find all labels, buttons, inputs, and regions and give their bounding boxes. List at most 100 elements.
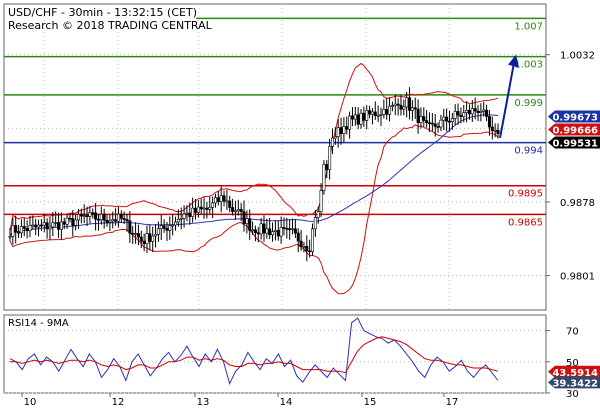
- candle-body: [282, 227, 286, 229]
- level-label-2: 0.999: [514, 98, 543, 109]
- candle-body: [288, 228, 292, 230]
- candle-body: [493, 129, 497, 132]
- candle-body: [105, 219, 109, 223]
- candle-body: [191, 207, 195, 217]
- candle-body: [382, 109, 386, 115]
- candle-body: [17, 231, 21, 234]
- candle-body: [25, 228, 29, 231]
- candle-body: [482, 109, 486, 112]
- candle-body: [408, 97, 412, 111]
- candle-body: [456, 111, 460, 116]
- candle-body: [362, 112, 366, 121]
- candle-body: [134, 233, 138, 235]
- candle-body: [276, 230, 280, 237]
- candle-body: [253, 229, 257, 233]
- candle-body: [94, 212, 98, 220]
- candle-body: [74, 219, 78, 226]
- candle-body: [410, 107, 414, 111]
- candle-body: [436, 126, 440, 128]
- candle-body: [370, 111, 374, 115]
- candle-body: [231, 207, 235, 212]
- candle-body: [57, 222, 61, 230]
- candle-body: [405, 97, 409, 108]
- candle-body: [165, 228, 169, 231]
- chart-symbol-title: USD/CHF - 30min - 13:32:15 (CET): [8, 6, 197, 19]
- candle-body: [211, 202, 215, 208]
- candle-body: [299, 240, 303, 247]
- candle-body: [216, 197, 220, 202]
- candle-body: [48, 226, 52, 230]
- level-label-5: 0.9865: [508, 217, 543, 228]
- rsi-tick-label-2: 30: [566, 389, 579, 400]
- level-label-0: 1.007: [514, 21, 543, 32]
- candle-body: [442, 116, 446, 121]
- candle-body: [447, 120, 451, 123]
- rsi-title: RSI14 - 9MA: [8, 318, 69, 329]
- candle-body: [393, 103, 397, 106]
- candle-body: [245, 218, 249, 224]
- candle-body: [453, 111, 457, 119]
- candle-body: [279, 227, 283, 237]
- time-tick-label-3: 14: [280, 397, 293, 408]
- candle-body: [479, 111, 483, 113]
- candle-body: [205, 207, 209, 210]
- candle-body: [396, 103, 400, 106]
- candle-body: [174, 221, 178, 226]
- candle-body: [182, 213, 186, 219]
- candle-body: [302, 246, 306, 248]
- candle-body: [259, 223, 263, 235]
- candle-body: [353, 114, 357, 120]
- candle-body: [108, 220, 112, 223]
- rsi-tick-label-0: 70: [566, 327, 579, 338]
- candle-body: [156, 228, 160, 235]
- candle-body: [68, 217, 72, 220]
- price-badge-label-0: 0.99673: [552, 113, 598, 124]
- candle-body: [473, 108, 477, 112]
- candle-body: [333, 136, 337, 139]
- candle-body: [76, 214, 80, 221]
- candle-body: [413, 107, 417, 110]
- candle-body: [162, 225, 166, 229]
- candle-body: [433, 123, 437, 127]
- candle-body: [233, 210, 237, 213]
- candle-body: [145, 233, 149, 245]
- candle-body: [251, 229, 255, 232]
- candle-body: [45, 222, 49, 230]
- candle-body: [202, 207, 206, 210]
- candle-body: [379, 114, 383, 116]
- candle-body: [305, 246, 309, 252]
- candle-body: [365, 110, 369, 121]
- candle-body: [196, 206, 200, 213]
- candle-body: [185, 212, 189, 215]
- candle-body: [416, 108, 420, 123]
- candle-body: [31, 224, 35, 227]
- rsi-badges: 43.591439.3422: [548, 365, 600, 389]
- candle-body: [439, 119, 443, 128]
- candle-body: [467, 110, 471, 115]
- candle-body: [368, 110, 372, 115]
- candle-body: [139, 236, 143, 242]
- candle-body: [308, 250, 312, 253]
- candle-body: [339, 127, 343, 134]
- candle-body: [148, 233, 152, 242]
- candle-body: [136, 233, 140, 238]
- price-tick-label-1: 0.9878: [560, 198, 595, 209]
- candle-body: [342, 126, 346, 134]
- candle-body: [496, 129, 500, 134]
- candle-body: [373, 111, 377, 116]
- candle-body: [296, 232, 300, 242]
- candle-body: [225, 200, 229, 203]
- candle-body: [79, 214, 83, 217]
- candle-body: [316, 211, 320, 218]
- price-tick-label-2: 0.9801: [560, 272, 595, 283]
- candle-body: [154, 234, 158, 237]
- candle-body: [65, 217, 69, 225]
- candle-body: [228, 200, 232, 208]
- candle-body: [450, 118, 454, 122]
- candle-body: [322, 164, 326, 191]
- candle-body: [85, 215, 89, 217]
- candle-body: [54, 222, 58, 224]
- candle-body: [487, 116, 491, 128]
- candle-body: [428, 122, 432, 124]
- candle-body: [188, 212, 192, 217]
